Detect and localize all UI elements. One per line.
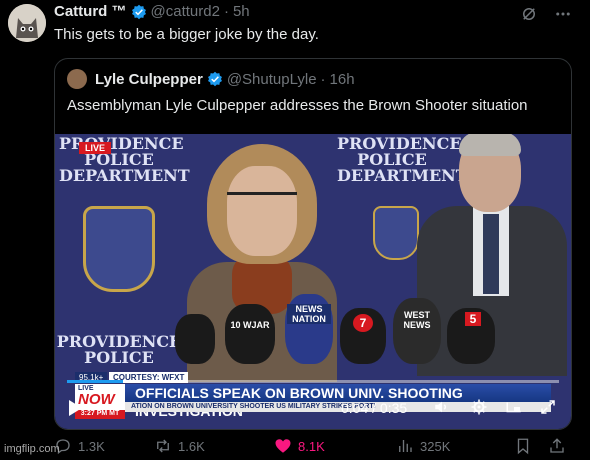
playback-time: 0:04 / 0:35 — [341, 400, 408, 416]
tweet-actions: 1.3K 1.6K 8.1K 325K — [54, 436, 574, 456]
author-name[interactable]: Catturd ™ — [54, 3, 127, 20]
quoted-author-name[interactable]: Lyle Culpepper — [95, 71, 203, 88]
share-icon[interactable] — [548, 437, 566, 455]
video-controls: 0:04 / 0:35 — [55, 376, 571, 429]
quoted-tweet-text: Assemblyman Lyle Culpepper addresses the… — [67, 97, 528, 114]
quoted-tweet-time[interactable]: 16h — [330, 71, 355, 88]
top-actions — [520, 5, 572, 23]
quoted-tweet[interactable]: Lyle Culpepper @ShutupLyle · 16h Assembl… — [54, 58, 572, 430]
tweet-time[interactable]: 5h — [233, 3, 250, 20]
views-button[interactable]: 325K — [396, 437, 514, 455]
separator-dot: · — [320, 70, 326, 88]
mic-label: NEWS NATION — [287, 304, 331, 324]
like-count: 8.1K — [298, 438, 325, 454]
view-count: 325K — [420, 438, 451, 454]
mic-label: 10 WJAR — [230, 320, 270, 330]
microphone-cluster: NEWS NATION 10 WJAR 7 WEST NEWS 5 — [165, 284, 505, 364]
progress-bar[interactable] — [67, 380, 559, 383]
author-avatar[interactable] — [8, 4, 46, 42]
repost-button[interactable]: 1.6K — [154, 437, 274, 455]
bookmark-icon[interactable] — [514, 437, 532, 455]
tweet-header: Catturd ™ @catturd2 · 5h — [54, 3, 250, 20]
quoted-author-handle[interactable]: @ShutupLyle — [227, 71, 317, 88]
backdrop-logo-left: PROVIDENCE POLICE DEPARTMENT — [59, 134, 190, 185]
settings-gear-icon[interactable] — [470, 398, 488, 416]
verified-badge-icon — [207, 71, 222, 87]
tweet-text: This gets to be a bigger joke by the day… — [54, 26, 319, 43]
grok-icon[interactable] — [520, 5, 538, 23]
like-button[interactable]: 8.1K — [274, 437, 396, 455]
video-player[interactable]: PROVIDENCE POLICE DEPARTMENT PROVIDENCE … — [55, 134, 571, 429]
author-handle[interactable]: @catturd2 — [151, 3, 220, 20]
verified-badge-icon — [131, 4, 146, 19]
repost-count: 1.6K — [178, 438, 205, 454]
quoted-tweet-header: Lyle Culpepper @ShutupLyle · 16h — [67, 69, 355, 89]
mic-label: WEST NEWS — [403, 310, 431, 330]
separator-dot: · — [223, 3, 229, 20]
reply-button[interactable]: 1.3K — [54, 437, 154, 455]
play-icon[interactable] — [69, 400, 82, 416]
heart-icon — [275, 439, 291, 453]
mic-label: 5 — [465, 312, 481, 326]
watermark: imgflip.com — [4, 443, 60, 455]
more-options-icon[interactable] — [554, 5, 572, 23]
backdrop-logo-bottom: PROVIDENCE POLICE — [56, 332, 182, 367]
live-badge: LIVE — [79, 142, 112, 154]
views-bar-chart-icon — [399, 440, 412, 452]
police-badge-logo — [83, 206, 155, 292]
quoted-author-avatar[interactable] — [67, 69, 87, 89]
reply-count: 1.3K — [78, 438, 105, 454]
progress-fill — [67, 380, 124, 383]
volume-icon[interactable] — [433, 398, 451, 416]
repost-icon — [157, 439, 169, 453]
police-badge-logo — [373, 206, 419, 260]
fullscreen-icon[interactable] — [539, 398, 557, 416]
picture-in-picture-icon[interactable] — [505, 398, 523, 416]
mic-label: 7 — [353, 314, 373, 332]
